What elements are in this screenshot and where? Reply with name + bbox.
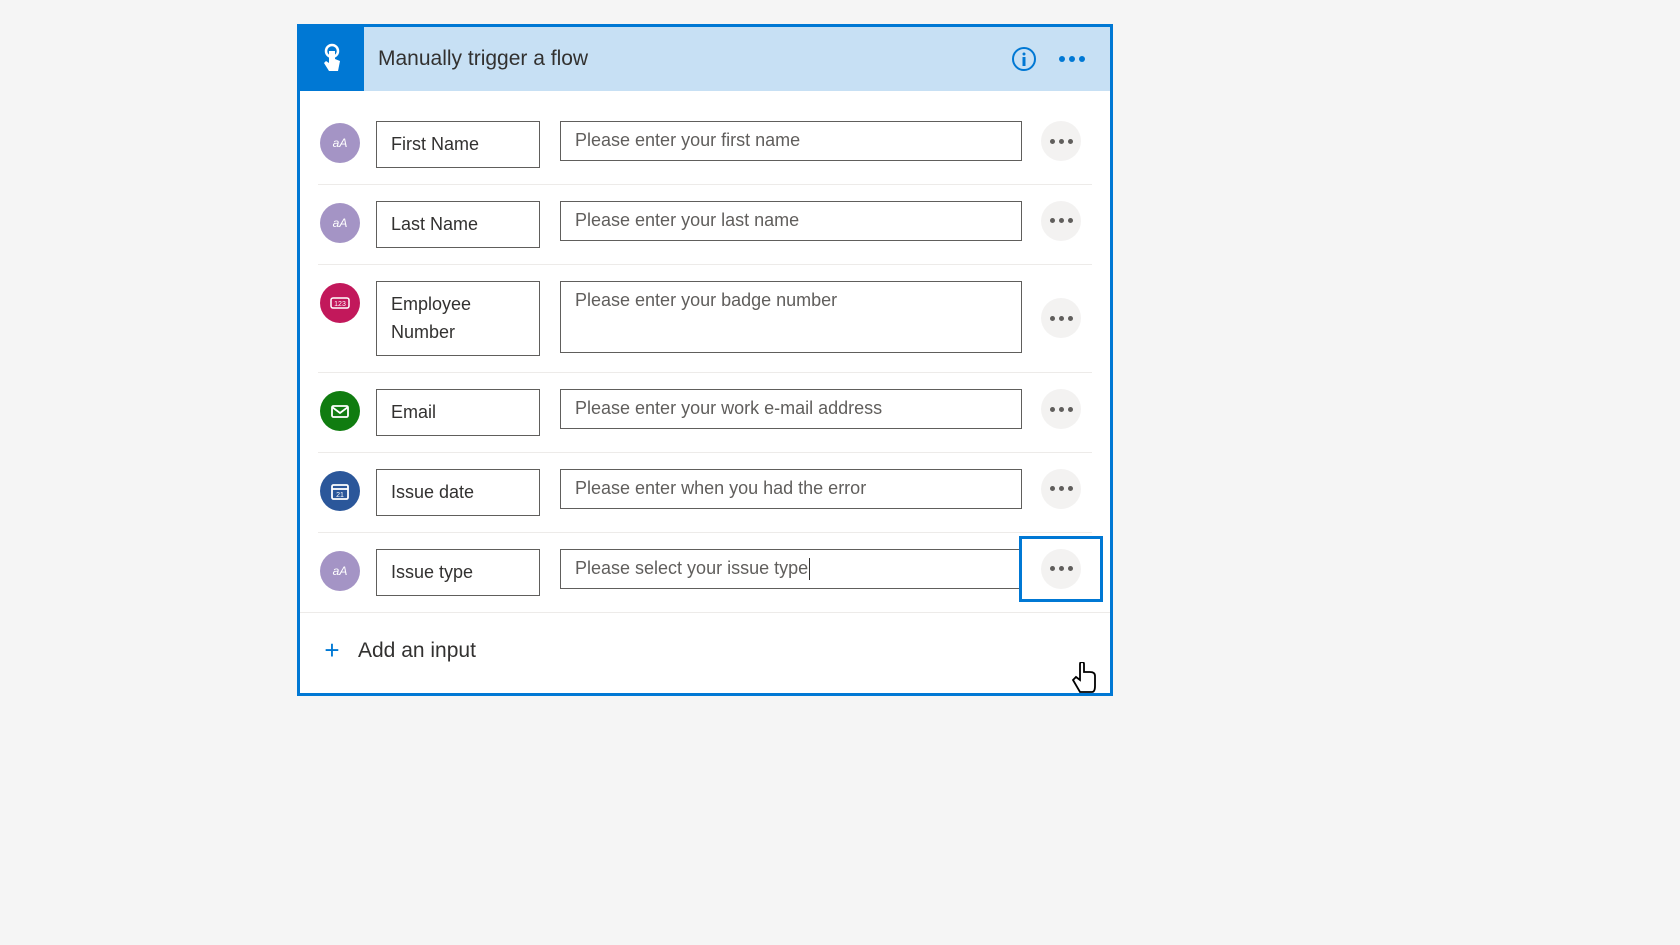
trigger-title: Manually trigger a flow <box>364 47 994 71</box>
row-more-wrap <box>1032 201 1090 241</box>
svg-text:aA: aA <box>333 564 348 578</box>
input-row: aA Last Name Please enter your last name <box>318 185 1092 265</box>
svg-text:aA: aA <box>333 216 348 230</box>
input-description-field[interactable]: Please enter your badge number <box>560 281 1022 353</box>
input-row: Email Please enter your work e-mail addre… <box>318 373 1092 453</box>
input-name-field[interactable]: Last Name <box>376 201 540 248</box>
input-type-icon: 21 <box>320 471 360 511</box>
input-row: aA Issue type Please select your issue typ… <box>318 533 1092 612</box>
ellipsis-icon <box>1050 566 1073 571</box>
input-row: 123 Employee Number Please enter your badg… <box>318 265 1092 374</box>
row-more-wrap <box>1032 469 1090 509</box>
row-more-button[interactable] <box>1041 201 1081 241</box>
row-more-wrap <box>1032 121 1090 161</box>
input-name-field[interactable]: Issue type <box>376 549 540 596</box>
svg-text:aA: aA <box>333 136 348 150</box>
input-name-field[interactable]: Issue date <box>376 469 540 516</box>
input-name-field[interactable]: Email <box>376 389 540 436</box>
row-more-wrap <box>1032 389 1090 429</box>
input-name-field[interactable]: First Name <box>376 121 540 168</box>
ellipsis-icon <box>1050 139 1073 144</box>
info-icon <box>1011 46 1037 72</box>
input-description-field[interactable]: Please select your issue type <box>560 549 1022 589</box>
input-type-icon: aA <box>320 203 360 243</box>
row-more-button[interactable] <box>1041 389 1081 429</box>
ellipsis-icon <box>1059 56 1085 62</box>
input-type-icon <box>320 391 360 431</box>
ellipsis-icon <box>1050 486 1073 491</box>
row-more-button[interactable] <box>1041 549 1081 589</box>
add-input-label: Add an input <box>358 639 476 663</box>
plus-icon: + <box>318 637 346 665</box>
svg-text:123: 123 <box>334 301 346 308</box>
row-more-button[interactable] <box>1041 121 1081 161</box>
row-more-wrap <box>1032 549 1090 589</box>
input-type-icon: aA <box>320 123 360 163</box>
ellipsis-icon <box>1050 316 1073 321</box>
trigger-icon <box>300 27 364 91</box>
info-button[interactable] <box>1006 41 1042 77</box>
input-description-field[interactable]: Please enter your work e-mail address <box>560 389 1022 429</box>
row-more-button[interactable] <box>1041 469 1081 509</box>
input-description-field[interactable]: Please enter when you had the error <box>560 469 1022 509</box>
add-input-button[interactable]: + Add an input <box>300 612 1110 693</box>
input-name-field[interactable]: Employee Number <box>376 281 540 357</box>
input-description-field[interactable]: Please enter your last name <box>560 201 1022 241</box>
ellipsis-icon <box>1050 407 1073 412</box>
svg-text:21: 21 <box>336 492 344 499</box>
input-type-icon: 123 <box>320 283 360 323</box>
input-description-field[interactable]: Please enter your first name <box>560 121 1022 161</box>
input-row: aA First Name Please enter your first name <box>318 105 1092 185</box>
input-type-icon: aA <box>320 551 360 591</box>
touch-icon <box>314 41 350 77</box>
header-more-button[interactable] <box>1054 41 1090 77</box>
inputs-list: aA First Name Please enter your first name… <box>300 91 1110 612</box>
ellipsis-icon <box>1050 218 1073 223</box>
flow-header: Manually trigger a flow <box>300 27 1110 91</box>
input-row: 21 Issue date Please enter when you had th… <box>318 453 1092 533</box>
flow-trigger-card: Manually trigger a flow aA First Name Plea… <box>297 24 1113 696</box>
row-more-button[interactable] <box>1041 298 1081 338</box>
row-more-wrap <box>1032 298 1090 338</box>
